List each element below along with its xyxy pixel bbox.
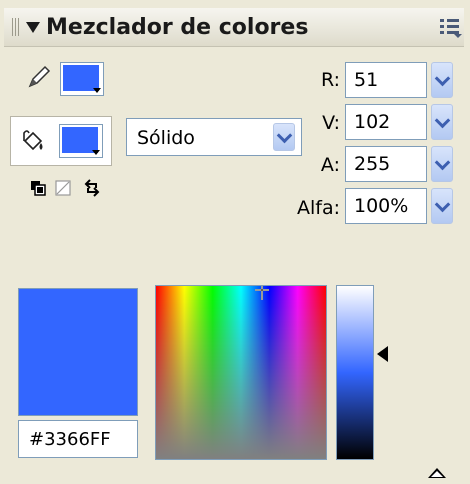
chevron-down-icon[interactable]	[431, 104, 453, 140]
panel-header[interactable]: Mezclador de colores	[4, 8, 464, 47]
fill-tool-box	[10, 116, 112, 166]
color-preview	[18, 288, 138, 416]
no-color-icon[interactable]	[55, 180, 71, 196]
triangle-down-icon[interactable]	[26, 22, 40, 33]
color-spectrum[interactable]	[155, 285, 327, 460]
swap-colors-icon[interactable]	[84, 178, 100, 198]
panel-title: Mezclador de colores	[46, 15, 309, 40]
collapse-up-icon[interactable]	[428, 468, 446, 478]
blue-field[interactable]: 255	[345, 146, 427, 182]
chevron-down-icon	[93, 88, 101, 93]
chevron-down-icon[interactable]	[431, 188, 453, 224]
green-label: V:	[322, 112, 340, 134]
alpha-label: Alfa:	[296, 197, 340, 219]
blue-value: 255	[354, 153, 391, 175]
brightness-slider[interactable]	[336, 285, 374, 460]
panel-menu-icon[interactable]	[440, 19, 462, 38]
crosshair-icon[interactable]	[255, 286, 269, 300]
paint-bucket-icon[interactable]	[19, 127, 47, 155]
alpha-value: 100%	[354, 195, 409, 217]
hex-input[interactable]: #3366FF	[18, 420, 138, 458]
green-value: 102	[354, 111, 391, 133]
chevron-down-icon[interactable]	[431, 62, 453, 98]
pencil-icon	[28, 65, 51, 88]
red-value: 51	[354, 69, 379, 91]
hex-value: #3366FF	[29, 429, 111, 450]
red-field[interactable]: 51	[345, 62, 427, 98]
brightness-arrow-icon[interactable]	[377, 346, 388, 362]
green-field[interactable]: 102	[345, 104, 427, 140]
stroke-color-swatch[interactable]	[60, 62, 104, 96]
color-mixer-panel: Mezclador de colores Sólido R: 51 V: 102…	[0, 0, 470, 484]
fill-type-value: Sólido	[137, 127, 195, 149]
spectrum-saturation	[156, 286, 326, 459]
red-label: R:	[320, 69, 340, 91]
fill-color-swatch[interactable]	[59, 124, 103, 158]
fill-type-select[interactable]: Sólido	[126, 118, 302, 156]
black-white-icon[interactable]	[30, 180, 46, 196]
blue-label: A:	[320, 154, 340, 176]
grip-icon[interactable]	[12, 18, 20, 36]
chevron-down-icon[interactable]	[431, 146, 453, 182]
chevron-down-icon	[92, 150, 100, 155]
alpha-field[interactable]: 100%	[345, 188, 427, 224]
